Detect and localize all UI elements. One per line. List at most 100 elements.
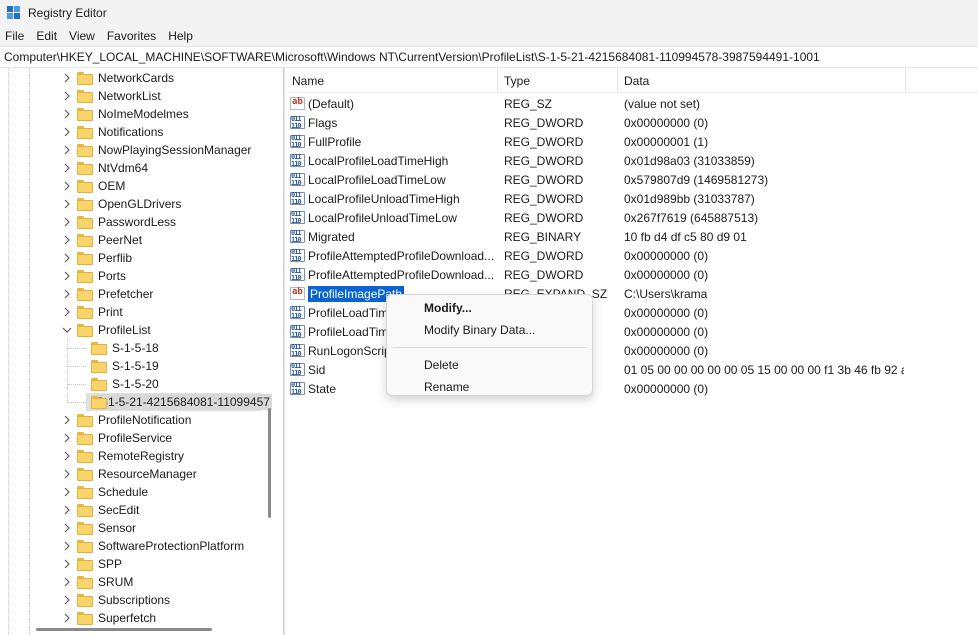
tree-item[interactable]: ProfileList	[62, 321, 151, 339]
value-name: LocalProfileLoadTimeLow	[308, 172, 446, 187]
value-name: FullProfile	[308, 134, 362, 149]
menu-file[interactable]: File	[0, 29, 31, 43]
tree-item[interactable]: S-1-5-19	[86, 357, 159, 375]
folder-icon	[76, 161, 94, 175]
folder-icon	[76, 467, 94, 481]
value-row[interactable]: ab (Default) REG_SZ (value not set)	[286, 94, 978, 113]
tree-horizontal-scrollbar[interactable]	[36, 628, 212, 631]
context-menu-item-modify-binary-data[interactable]: Modify Binary Data...	[391, 319, 589, 341]
tree-item[interactable]: NetworkList	[62, 87, 161, 105]
value-row[interactable]: 011 110 LocalProfileUnloadTimeLow REG_DWORD…	[286, 208, 978, 227]
binary-value-icon: 011 110	[290, 249, 305, 263]
chevron-right-icon[interactable]	[62, 235, 72, 245]
chevron-right-icon[interactable]	[62, 595, 72, 605]
pane-splitter[interactable]	[283, 68, 285, 635]
context-menu-item-modify[interactable]: Modify...	[391, 297, 589, 319]
tree-item[interactable]: PeerNet	[62, 231, 142, 249]
value-row[interactable]: 011 110 LocalProfileLoadTimeHigh REG_DWORD 0…	[286, 151, 978, 170]
chevron-right-icon[interactable]	[62, 145, 72, 155]
value-row[interactable]: 011 110 LocalProfileUnloadTimeHigh REG_DWOR…	[286, 189, 978, 208]
chevron-right-icon[interactable]	[62, 289, 72, 299]
tree-item[interactable]: Prefetcher	[62, 285, 153, 303]
binary-value-icon: 011 110	[290, 116, 305, 130]
chevron-right-icon[interactable]	[62, 73, 72, 83]
context-menu-item-delete[interactable]: Delete	[391, 354, 589, 376]
column-type-header[interactable]: Type	[498, 68, 618, 93]
chevron-right-icon[interactable]	[62, 415, 72, 425]
tree-item[interactable]: NoImeModelmes	[62, 105, 189, 123]
folder-icon	[76, 575, 94, 589]
value-row[interactable]: 011 110 Flags REG_DWORD 0x00000000 (0)	[286, 113, 978, 132]
chevron-right-icon[interactable]	[62, 91, 72, 101]
chevron-down-icon[interactable]	[62, 325, 72, 335]
chevron-right-icon[interactable]	[62, 199, 72, 209]
context-menu-item-rename[interactable]: Rename	[391, 376, 589, 398]
tree-item[interactable]: Subscriptions	[62, 591, 170, 609]
chevron-right-icon[interactable]	[62, 469, 72, 479]
chevron-right-icon[interactable]	[62, 433, 72, 443]
value-row[interactable]: 011 110 ProfileAttemptedProfileDownload...…	[286, 265, 978, 284]
tree-item[interactable]: NetworkCards	[62, 69, 174, 87]
tree-item[interactable]: SoftwareProtectionPlatform	[62, 537, 244, 555]
chevron-right-icon[interactable]	[62, 253, 72, 263]
menu-help[interactable]: Help	[163, 29, 200, 43]
chevron-right-icon[interactable]	[62, 541, 72, 551]
chevron-right-icon[interactable]	[62, 613, 72, 623]
value-row[interactable]: 011 110 LocalProfileLoadTimeLow REG_DWORD 0x…	[286, 170, 978, 189]
chevron-right-icon[interactable]	[62, 451, 72, 461]
value-row[interactable]: 011 110 FullProfile REG_DWORD 0x00000001 (1)	[286, 132, 978, 151]
tree-item[interactable]: ResourceManager	[62, 465, 197, 483]
tree-guide-line	[68, 402, 86, 403]
tree-item[interactable]: S-1-5-20	[86, 375, 159, 393]
tree-item[interactable]: Notifications	[62, 123, 163, 141]
chevron-right-icon[interactable]	[62, 181, 72, 191]
value-name: Flags	[308, 115, 338, 130]
tree-item[interactable]: ProfileService	[62, 429, 172, 447]
value-row[interactable]: 011 110 Migrated REG_BINARY 10 fb d4 df c5 8…	[286, 227, 978, 246]
tree-item[interactable]: Perflib	[62, 249, 132, 267]
tree-item[interactable]: SecEdit	[62, 501, 139, 519]
tree-item[interactable]: Sensor	[62, 519, 136, 537]
folder-icon	[76, 323, 94, 337]
menu-favorites[interactable]: Favorites	[102, 29, 163, 43]
chevron-right-icon[interactable]	[62, 559, 72, 569]
tree-item[interactable]: Superfetch	[62, 609, 156, 627]
tree-item[interactable]: Schedule	[62, 483, 148, 501]
column-name-header[interactable]: Name	[286, 68, 498, 93]
chevron-right-icon[interactable]	[62, 163, 72, 173]
tree-item[interactable]: Ports	[62, 267, 126, 285]
tree-item[interactable]: RemoteRegistry	[62, 447, 184, 465]
tree-item-selected[interactable]: S-1-5-21-4215684081-11099457	[86, 393, 272, 411]
key-tree[interactable]: NetworkCards NetworkList NoImeModelmes Noti…	[0, 68, 278, 635]
tree-item-label: Print	[98, 305, 123, 319]
chevron-right-icon[interactable]	[62, 505, 72, 515]
tree-item[interactable]: Print	[62, 303, 123, 321]
chevron-right-icon[interactable]	[62, 523, 72, 533]
value-row[interactable]: 011 110 ProfileAttemptedProfileDownload...…	[286, 246, 978, 265]
tree-item-label: Schedule	[98, 485, 149, 499]
chevron-right-icon[interactable]	[62, 577, 72, 587]
value-data: 0x00000000 (0)	[624, 381, 709, 396]
tree-item[interactable]: SPP	[62, 555, 122, 573]
tree-item[interactable]: PasswordLess	[62, 213, 176, 231]
chevron-right-icon[interactable]	[62, 307, 72, 317]
menu-edit[interactable]: Edit	[31, 29, 64, 43]
tree-item[interactable]: S-1-5-18	[86, 339, 159, 357]
value-data: 0x00000000 (0)	[624, 324, 709, 339]
chevron-right-icon[interactable]	[62, 127, 72, 137]
tree-item[interactable]: OEM	[62, 177, 125, 195]
tree-item[interactable]: NowPlayingSessionManager	[62, 141, 251, 159]
chevron-right-icon[interactable]	[62, 217, 72, 227]
chevron-right-icon[interactable]	[62, 487, 72, 497]
column-data-header[interactable]: Data	[618, 68, 906, 93]
tree-item[interactable]: NtVdm64	[62, 159, 148, 177]
tree-item[interactable]: SRUM	[62, 573, 133, 591]
folder-icon	[76, 431, 94, 445]
tree-vertical-scrollbar[interactable]	[268, 408, 271, 518]
menu-view[interactable]: View	[64, 29, 102, 43]
chevron-right-icon[interactable]	[62, 109, 72, 119]
address-bar[interactable]: Computer\HKEY_LOCAL_MACHINE\SOFTWARE\Mic…	[0, 46, 978, 68]
chevron-right-icon[interactable]	[62, 271, 72, 281]
tree-item[interactable]: OpenGLDrivers	[62, 195, 181, 213]
tree-item[interactable]: ProfileNotification	[62, 411, 191, 429]
